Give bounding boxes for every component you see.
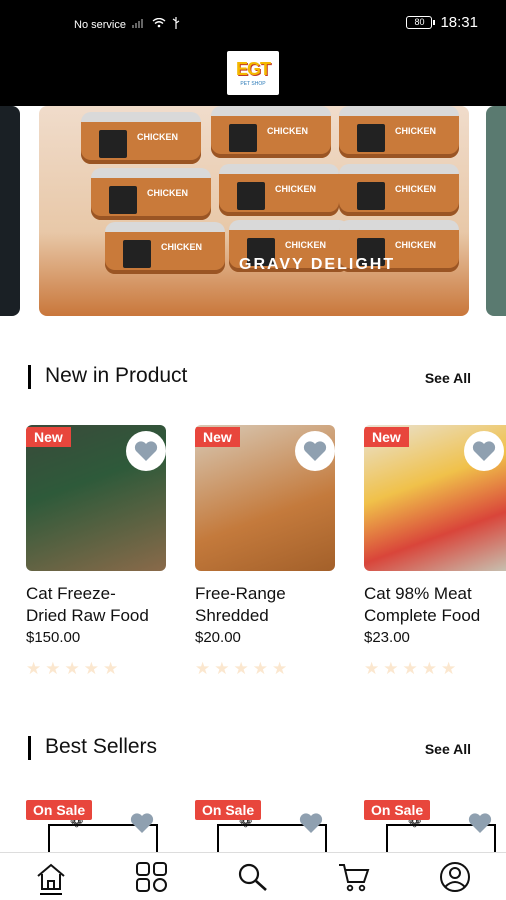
battery-icon: 80 xyxy=(406,16,436,29)
product-name[interactable]: Cat Freeze- Dried Raw Food xyxy=(26,583,186,627)
brand-logo[interactable]: EGT PET SHOP xyxy=(227,51,279,95)
cart-icon xyxy=(339,863,370,891)
on-sale-badge: On Sale xyxy=(195,800,262,820)
product-can-image: CHICKEN xyxy=(105,222,225,274)
best-seller-card[interactable]: ❁ On Sale xyxy=(26,796,166,852)
heart-icon[interactable] xyxy=(295,431,335,471)
product-image[interactable]: New xyxy=(26,425,166,571)
product-name[interactable]: Free-Range Shredded xyxy=(195,583,355,627)
nav-profile-button[interactable] xyxy=(430,857,480,897)
section-title: Best Sellers xyxy=(45,735,158,758)
section-marker xyxy=(28,365,31,389)
banner-caption: GRAVY DELIGHT xyxy=(239,256,396,273)
on-sale-badge: On Sale xyxy=(364,800,431,820)
section-title: New in Product xyxy=(45,364,188,387)
star-icon: ★ xyxy=(233,659,249,678)
see-all-best-button[interactable]: See All xyxy=(425,741,471,757)
best-seller-card[interactable]: ❁ On Sale xyxy=(195,796,335,852)
product-card[interactable]: New Cat 98% Meat Complete Food $23.00 ★ ★… xyxy=(364,425,506,685)
signal-icon xyxy=(131,18,146,31)
nav-cart-button[interactable] xyxy=(329,857,379,897)
product-price: $20.00 xyxy=(195,629,241,646)
banner-next-slide[interactable] xyxy=(486,106,506,316)
product-price: $23.00 xyxy=(364,629,410,646)
star-icon: ★ xyxy=(402,659,418,678)
star-icon: ★ xyxy=(383,659,399,678)
product-image[interactable]: New xyxy=(364,425,506,571)
network-status: No service xyxy=(74,17,180,32)
rating-stars: ★ ★ ★ ★ ★ xyxy=(364,659,456,679)
home-icon xyxy=(36,863,65,890)
section-marker xyxy=(28,736,31,760)
heart-icon[interactable] xyxy=(299,812,323,839)
bottom-nav xyxy=(0,852,506,900)
product-name[interactable]: Cat 98% Meat Complete Food xyxy=(364,583,506,627)
star-icon: ★ xyxy=(214,659,230,678)
status-right: 80 18:31 xyxy=(406,14,478,31)
new-badge: New xyxy=(26,427,71,447)
product-can-image: CHICKEN xyxy=(211,106,331,158)
product-image[interactable]: New xyxy=(195,425,335,571)
status-bar: No service 80 18:31 xyxy=(0,0,506,50)
star-icon: ★ xyxy=(103,659,119,678)
star-icon: ★ xyxy=(272,659,288,678)
nav-home-button[interactable] xyxy=(26,857,76,897)
banner-prev-slide[interactable] xyxy=(0,106,20,316)
product-price: $150.00 xyxy=(26,629,81,646)
heart-icon[interactable] xyxy=(126,431,166,471)
star-icon: ★ xyxy=(252,659,268,678)
nav-search-button[interactable] xyxy=(228,857,278,897)
product-can-image: CHICKEN xyxy=(91,168,211,220)
star-icon: ★ xyxy=(64,659,80,678)
clock: 18:31 xyxy=(440,14,478,31)
banner-main-slide[interactable]: CHICKEN CHICKEN CHICKEN CHICKEN CHICKEN … xyxy=(39,106,469,316)
rating-stars: ★ ★ ★ ★ ★ xyxy=(26,659,118,679)
see-all-new-button[interactable]: See All xyxy=(425,370,471,386)
search-icon xyxy=(238,863,267,891)
rating-stars: ★ ★ ★ ★ ★ xyxy=(195,659,287,679)
star-icon: ★ xyxy=(441,659,457,678)
star-icon: ★ xyxy=(45,659,61,678)
product-can-image: CHICKEN xyxy=(81,112,201,164)
new-badge: New xyxy=(195,427,240,447)
logo-subtext: PET SHOP xyxy=(240,81,266,87)
section-header-best: Best Sellers See All xyxy=(28,733,478,763)
star-icon: ★ xyxy=(83,659,99,678)
product-can-image: CHICKEN xyxy=(339,106,459,158)
logo-text: EGT xyxy=(235,59,271,79)
star-icon: ★ xyxy=(421,659,437,678)
on-sale-badge: On Sale xyxy=(26,800,93,820)
product-can-image: CHICKEN xyxy=(219,164,339,216)
app-header: EGT PET SHOP xyxy=(0,50,506,106)
categories-icon xyxy=(135,861,167,892)
heart-icon[interactable] xyxy=(468,812,492,839)
new-badge: New xyxy=(364,427,409,447)
section-header-new: New in Product See All xyxy=(28,362,478,392)
heart-icon[interactable] xyxy=(464,431,504,471)
product-can-image: CHICKEN xyxy=(339,164,459,216)
star-icon: ★ xyxy=(195,659,211,678)
profile-icon xyxy=(440,861,471,892)
network-label: No service xyxy=(74,18,126,31)
star-icon: ★ xyxy=(26,659,42,678)
best-seller-card[interactable]: ❁ On Sale xyxy=(364,796,504,852)
wifi-icon xyxy=(152,17,166,31)
usb-icon xyxy=(172,17,180,32)
star-icon: ★ xyxy=(364,659,380,678)
heart-icon[interactable] xyxy=(130,812,154,839)
nav-categories-button[interactable] xyxy=(127,857,177,897)
